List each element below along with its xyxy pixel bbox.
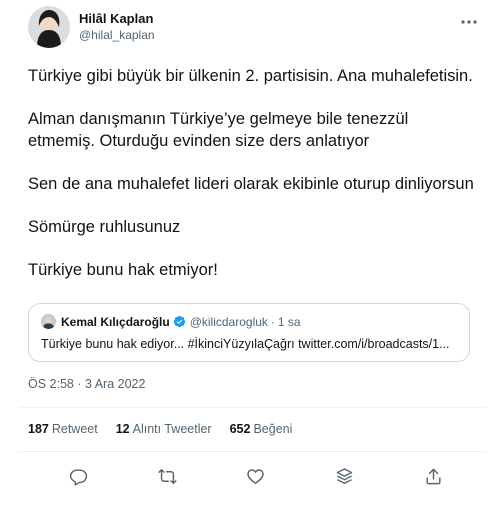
tweet-card: Hilâl Kaplan @hilal_kaplan Türkiye gibi … [0, 0, 496, 522]
share-icon [426, 468, 441, 485]
share-button[interactable] [420, 463, 448, 491]
avatar-portrait-icon [28, 6, 70, 48]
tweet-timestamp[interactable]: ÖS 2:58 · 3 Ara 2022 [28, 376, 478, 392]
retweet-button[interactable] [153, 463, 181, 491]
likes-label: Beğeni [253, 422, 293, 436]
quoted-tweet-text: Türkiye bunu hak ediyor... #İkinciYüzyıl… [41, 336, 450, 351]
quoted-tweet-time: 1 sa [277, 314, 301, 329]
quote-tweets-label: Alıntı Tweetler [132, 422, 212, 436]
tweet-text: Türkiye gibi büyük bir ülkenin 2. partis… [28, 66, 478, 281]
tweet-paragraph: Sen de ana muhalefet lideri olarak ekibi… [28, 174, 474, 193]
separator-dot: · [270, 314, 275, 329]
tweet-header: Hilâl Kaplan @hilal_kaplan [28, 0, 478, 52]
engagement-stats: 187 Retweet 12 Alıntı Tweetler 652 Beğeni [28, 408, 478, 451]
tweet-paragraph: Türkiye gibi büyük bir ülkenin 2. partis… [28, 67, 473, 85]
bookmark-button[interactable] [331, 463, 359, 491]
author-avatar[interactable] [28, 6, 70, 48]
verified-badge-icon [173, 315, 185, 328]
bookmark-stack-icon [336, 468, 353, 484]
author-name[interactable]: Hilâl Kaplan [79, 10, 155, 27]
retweets-stat[interactable]: 187 Retweet [28, 422, 98, 436]
likes-stat[interactable]: 652 Beğeni [230, 422, 293, 436]
author-handle[interactable]: @hilal_kaplan [79, 27, 155, 44]
quote-tweets-stat[interactable]: 12 Alıntı Tweetler [116, 422, 212, 436]
quote-tweets-count: 12 [115, 422, 130, 436]
tweet-actions [28, 452, 478, 502]
author-names: Hilâl Kaplan @hilal_kaplan [79, 10, 155, 44]
quoted-tweet-header: Kemal Kılıçdaroğlu @kilicdarogluk · 1 sa [41, 314, 457, 330]
more-horizontal-icon[interactable] [460, 14, 478, 24]
quoted-author-name: Kemal Kılıçdaroğlu [61, 314, 170, 329]
quoted-author-avatar [41, 314, 56, 329]
quoted-author-handle: @kilicdarogluk [189, 314, 268, 329]
retweets-label: Retweet [51, 422, 98, 436]
like-button[interactable] [242, 463, 270, 491]
reply-button[interactable] [64, 463, 92, 491]
reply-icon [69, 469, 88, 486]
tweet-paragraph: Alman danışmanın Türkiye’ye gelmeye bile… [28, 110, 409, 150]
retweets-count: 187 [28, 422, 49, 436]
heart-icon [247, 469, 265, 484]
retweet-icon [158, 469, 177, 484]
quoted-tweet[interactable]: Kemal Kılıçdaroğlu @kilicdarogluk · 1 sa… [28, 302, 470, 362]
tweet-paragraph: Türkiye bunu hak etmiyor! [28, 260, 218, 279]
tweet-paragraph: Sömürge ruhlusunuz [28, 217, 181, 236]
likes-count: 652 [229, 422, 251, 436]
